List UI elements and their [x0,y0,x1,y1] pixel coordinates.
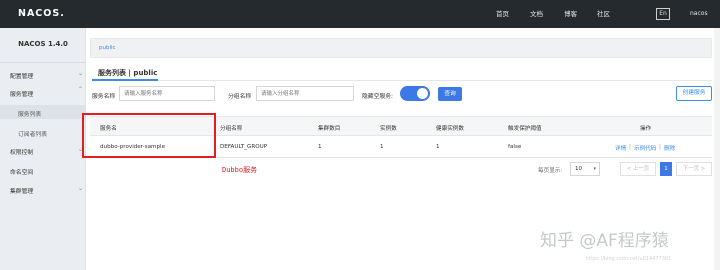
hide-empty-label: 隐藏空服务: [362,94,393,100]
chevron-down-icon: ⌄ [78,70,84,77]
top-navbar: NACOS. 首页 文档 博客 社区 En nacos [0,0,720,28]
title-divider [92,80,712,81]
sidebar-item-permission[interactable]: 权限控制 [10,147,33,156]
page-size-value: 10 [575,166,583,172]
title-underline [92,79,158,81]
details-link[interactable]: 详情 [615,144,626,152]
highlight-box [82,113,216,158]
nav-blog[interactable]: 博客 [564,0,577,28]
current-page[interactable]: 1 [660,162,672,176]
col-instances: 实例数 [380,126,397,132]
nav-home[interactable]: 首页 [496,0,509,28]
sidebar-item-subscribers[interactable]: 订阅者列表 [18,129,47,138]
chevron-down-icon: ▾ [593,166,596,172]
delete-link[interactable]: 删除 [664,144,675,152]
group-name-input[interactable] [256,86,354,101]
watermark-text: 知乎 @AF程序猿 [540,231,669,251]
nav-docs[interactable]: 文档 [530,0,543,28]
language-toggle[interactable]: En [656,8,670,20]
sidebar-item-cluster[interactable]: 集群管理 [10,186,33,195]
query-button[interactable]: 查询 [438,87,462,101]
service-name-label: 服务名称 [92,94,116,100]
col-threshold: 触发保护阈值 [508,126,542,132]
col-clusters: 集群数目 [318,126,341,132]
page-title: 服务列表 | public [98,69,158,77]
chevron-up-icon: ⌃ [78,86,84,93]
sidebar-item-service-list[interactable]: 服务列表 [18,109,41,118]
sample-code-link[interactable]: 示例代码 [634,144,656,152]
cell-clusters: 1 [318,144,322,150]
next-page-button[interactable]: 下一页 > [676,162,712,176]
annotation-label: Dubbo服务 [222,166,258,174]
sidebar-item-service-mgmt[interactable]: 服务管理 [10,89,33,98]
create-service-button[interactable]: 创建服务 [676,86,712,101]
sidebar-title: NACOS 1.4.0 [18,40,68,48]
col-healthy: 健康实例数 [436,126,464,132]
ops-separator: | [659,144,661,150]
cell-group: DEFAULT_GROUP [220,144,268,150]
cell-instances: 1 [380,144,384,150]
nav-community[interactable]: 社区 [597,0,610,28]
prev-page-button[interactable]: < 上一页 [620,162,656,176]
user-name[interactable]: nacos [690,0,708,28]
sidebar-item-config[interactable]: 配置管理 [10,71,33,80]
cell-threshold: false [508,144,522,150]
nacos-logo[interactable]: NACOS. [18,8,65,19]
sidebar: NACOS 1.4.0 配置管理 ⌄ 服务管理 ⌃ 服务列表 订阅者列表 权限控… [0,28,86,270]
page-size-label: 每页显示: [538,168,563,174]
sidebar-item-namespace[interactable]: 命名空间 [10,167,33,176]
sidebar-active-bg [0,105,86,119]
breadcrumb-bar: public [90,38,712,58]
breadcrumb[interactable]: public [99,45,116,51]
service-name-input[interactable] [119,86,215,101]
toggle-knob [417,88,428,99]
page-size-select[interactable]: 10 ▾ [570,162,600,176]
group-name-label: 分组名称 [228,94,252,100]
scrollbar[interactable] [714,28,720,270]
cell-healthy: 1 [436,144,440,150]
watermark-url: https://blog.csdn.net/u014477381 [586,256,672,262]
sidebar-divider [0,62,86,63]
ops-separator: | [629,144,631,150]
hide-empty-toggle[interactable] [400,86,430,101]
chevron-down-icon: ⌄ [78,185,84,192]
col-operations: 操作 [640,126,652,132]
col-group: 分组名称 [220,126,243,132]
